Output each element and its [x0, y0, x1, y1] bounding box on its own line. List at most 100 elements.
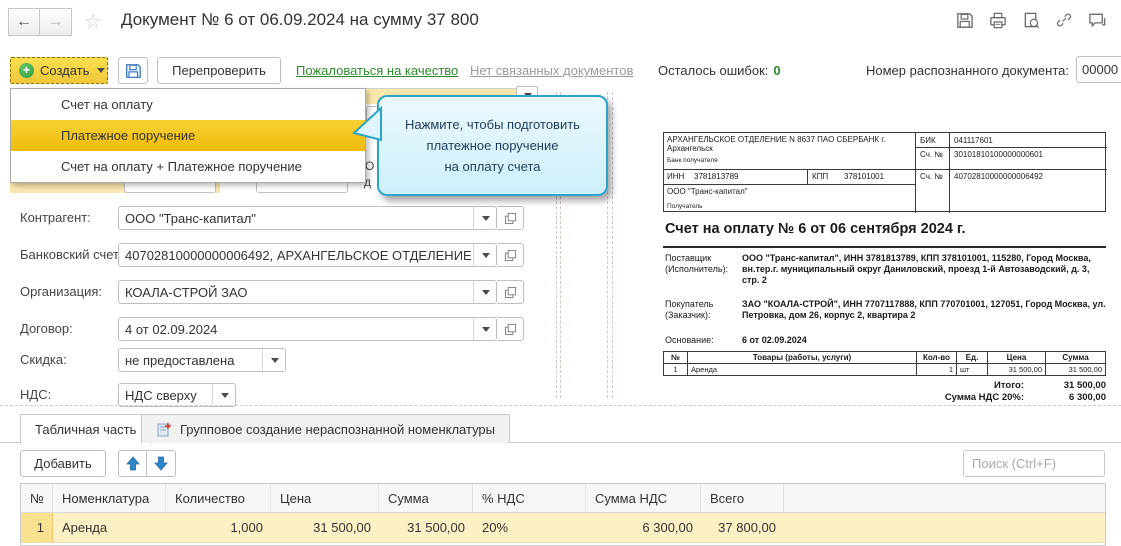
chevron-down-icon — [97, 68, 105, 73]
column-header[interactable]: Номенклатура — [53, 484, 166, 512]
invoice-item-row: 1 Аренда 1 шт 31 500,00 31 500,00 — [664, 364, 1105, 375]
bank-details-table: АРХАНГЕЛЬСКОЕ ОТДЕЛЕНИЕ N 8637 ПАО СБЕРБ… — [663, 132, 1106, 212]
menu-item-payment-order[interactable]: Платежное поручение — [11, 120, 365, 151]
tabular-section-table: № Номенклатура Количество Цена Сумма % Н… — [20, 483, 1106, 546]
supplier-value: ООО "Транс-капитал", ИНН 3781813789, КПП… — [742, 253, 1106, 286]
back-button[interactable]: ← — [8, 8, 40, 36]
basis-value: 6 от 02.09.2024 — [742, 335, 1106, 346]
create-button[interactable]: + Создать — [10, 57, 108, 84]
open-item-button[interactable] — [497, 280, 524, 304]
arrow-up-icon — [126, 456, 140, 471]
bank-account-input[interactable]: 40702810000000006492, АРХАНГЕЛЬСКОЕ ОТДЕ… — [118, 243, 497, 267]
save-icon[interactable] — [955, 11, 974, 30]
save-button[interactable] — [118, 57, 148, 84]
open-item-button[interactable] — [497, 206, 524, 230]
create-menu: Счет на оплату Платежное поручение Счет … — [10, 88, 366, 183]
search-input[interactable] — [963, 450, 1105, 477]
preview-icon[interactable] — [1022, 11, 1041, 30]
errors-left-value: 0 — [773, 63, 780, 78]
invoice-vat-total: Сумма НДС 20%:6 300,00 — [800, 392, 1106, 403]
contract-input[interactable]: 4 от 02.09.2024 — [118, 317, 497, 341]
tab-group-creation[interactable]: Групповое создание нераспознанной номенк… — [141, 414, 510, 443]
invoice-title: Счет на оплату № 6 от 06 сентября 2024 г… — [665, 221, 966, 237]
tooltip-callout: Нажмите, чтобы подготовить платежное пор… — [377, 95, 608, 196]
recipient-name: ООО "Транс-капитал" — [667, 187, 748, 196]
plus-icon: + — [19, 63, 34, 78]
chevron-down-icon[interactable] — [473, 281, 496, 303]
forward-button[interactable]: → — [40, 8, 72, 36]
errors-left-label: Осталось ошибок: — [658, 63, 768, 78]
column-header[interactable]: Сумма — [379, 484, 473, 512]
add-row-button[interactable]: Добавить — [20, 450, 106, 477]
bank-caption: Банк получателя — [667, 157, 718, 164]
chevron-down-icon[interactable] — [262, 349, 285, 371]
arrow-down-icon — [154, 456, 168, 471]
hidden-text-fragment: О — [365, 159, 374, 173]
field-label-contract: Договор: — [20, 321, 73, 336]
recheck-button[interactable]: Перепроверить — [157, 57, 281, 84]
field-label-vat: НДС: — [20, 387, 51, 402]
discussion-icon[interactable] — [1087, 11, 1108, 30]
create-button-label: Создать — [40, 63, 89, 78]
chevron-down-icon[interactable] — [212, 384, 235, 406]
no-related-documents-link[interactable]: Нет связанных документов — [470, 63, 633, 78]
print-icon[interactable] — [988, 11, 1008, 30]
supplier-label: Поставщик(Исполнитель): — [665, 253, 741, 275]
page-title: Документ № 6 от 06.09.2024 на сумму 37 8… — [121, 10, 479, 30]
field-label-discount: Скидка: — [20, 352, 67, 367]
corr-account-value: 30101810100000000601 — [954, 150, 1043, 159]
field-organization: КОАЛА-СТРОЙ ЗАО — [118, 280, 524, 304]
menu-item-invoice-plus-payment-order[interactable]: Счет на оплату + Платежное поручение — [11, 151, 365, 182]
basis-label: Основание: — [665, 335, 741, 346]
field-label-counterparty: Контрагент: — [20, 210, 91, 225]
menu-item-invoice[interactable]: Счет на оплату — [11, 89, 365, 120]
column-header-empty — [784, 484, 1105, 512]
open-item-button[interactable] — [497, 243, 524, 267]
discount-select[interactable]: не предоставлена — [118, 348, 286, 372]
column-header[interactable]: Всего — [701, 484, 784, 512]
account-value: 40702810000000006492 — [954, 172, 1043, 181]
link-icon[interactable] — [1055, 11, 1073, 29]
move-row-buttons — [118, 450, 176, 477]
chevron-down-icon[interactable] — [473, 244, 496, 266]
doc-number-input[interactable] — [1076, 56, 1121, 83]
tab-tabular-section[interactable]: Табличная часть — [20, 414, 151, 444]
field-label-bank-account: Банковский счет: — [20, 247, 123, 262]
field-label-organization: Организация: — [20, 284, 102, 299]
move-up-button[interactable] — [118, 450, 147, 477]
history-nav: ← → — [8, 8, 72, 36]
window-actions: О — [955, 10, 1121, 30]
field-counterparty: ООО "Транс-капитал" — [118, 206, 524, 230]
move-down-button[interactable] — [147, 450, 176, 477]
organization-input[interactable]: КОАЛА-СТРОЙ ЗАО — [118, 280, 497, 304]
table-row[interactable]: 1 Аренда 1,000 31 500,00 31 500,00 20% 6… — [21, 513, 1105, 543]
field-bank-account: 40702810000000006492, АРХАНГЕЛЬСКОЕ ОТДЕ… — [118, 243, 524, 267]
field-contract: 4 от 02.09.2024 — [118, 317, 524, 341]
column-header[interactable]: № — [21, 484, 53, 512]
complain-quality-link[interactable]: Пожаловаться на качество — [296, 63, 458, 78]
recipient-caption: Получатель — [667, 203, 703, 210]
buyer-value: ЗАО "КОАЛА-СТРОЙ", ИНН 7707117888, КПП 7… — [742, 299, 1106, 321]
floppy-icon — [124, 62, 142, 80]
column-header[interactable]: Цена — [271, 484, 379, 512]
document-recognition-window: ← → ☆ Документ № 6 от 06.09.2024 на сумм… — [0, 0, 1121, 546]
column-header[interactable]: Количество — [166, 484, 271, 512]
open-item-button[interactable] — [497, 317, 524, 341]
inn-value: 3781813789 — [694, 172, 739, 181]
horizontal-splitter[interactable] — [0, 405, 1121, 406]
kpp-value: 378101001 — [844, 172, 884, 181]
column-header[interactable]: Сумма НДС — [586, 484, 701, 512]
magic-wand-icon — [156, 421, 173, 438]
vat-select[interactable]: НДС сверху — [118, 383, 236, 407]
doc-number-label: Номер распознанного документа: — [866, 63, 1069, 78]
chevron-down-icon[interactable] — [473, 207, 496, 229]
favorite-star-icon[interactable]: ☆ — [84, 9, 102, 34]
buyer-label: Покупатель(Заказчик): — [665, 299, 741, 321]
chevron-down-icon[interactable] — [473, 318, 496, 340]
bank-name: АРХАНГЕЛЬСКОЕ ОТДЕЛЕНИЕ N 8637 ПАО СБЕРБ… — [667, 135, 911, 153]
tooltip-arrow — [352, 106, 382, 144]
column-header[interactable]: % НДС — [473, 484, 586, 512]
invoice-items-table: № Товары (работы, услуги) Кол-во Ед. Цен… — [663, 351, 1106, 376]
counterparty-input[interactable]: ООО "Транс-капитал" — [118, 206, 497, 230]
invoice-total: Итого:31 500,00 — [800, 380, 1106, 391]
